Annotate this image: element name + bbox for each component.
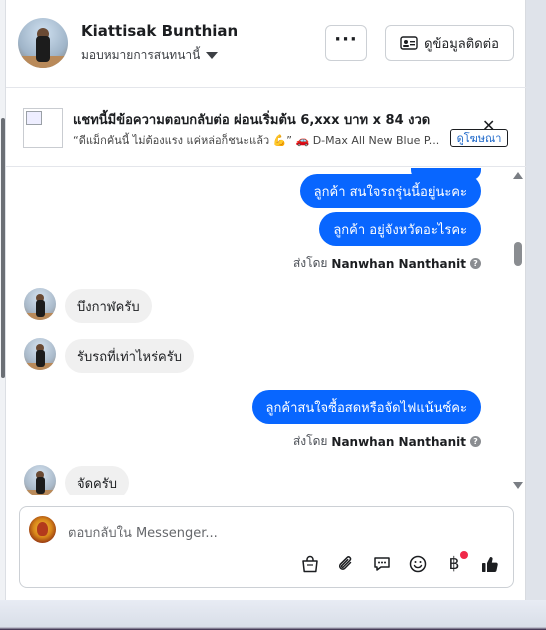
paperclip-icon [338,556,352,570]
message-bubble-outgoing[interactable]: ลูกค้าสนใจซื้อสดหรือจัดไฟแน้นซ์คะ [251,390,481,424]
contact-card-icon [400,36,418,50]
contact-avatar-small[interactable] [24,338,56,370]
contact-name[interactable]: Kiattisak Bunthian [81,22,238,40]
assign-conversation-label: มอบหมายการสนทนานี้ [81,48,201,62]
notification-dot [460,551,468,559]
caret-down-icon [206,52,219,59]
ad-banner: แชทนี้มีข้อความตอบกลับต่อ ผ่อนเริ่มต้น 6… [6,89,526,167]
contact-avatar[interactable] [18,18,68,68]
sent-by-sender: Nanwhan Nanthanit [331,434,466,449]
ad-description: “ดีแม็กคันนี้ ไม่ต้องแรง แค่หล่อก็ชนะแล้… [73,134,440,147]
view-contact-label: ดูข้อมูลติดต่อ [424,36,499,52]
contact-avatar-small[interactable] [24,465,56,495]
attach-button[interactable] [333,551,359,577]
message-bubble-incoming[interactable]: บึงกาฬครับ [65,289,152,323]
saved-replies-button[interactable] [369,551,395,577]
more-dots-icon: ··· [334,29,358,50]
sent-by-label: ส่งโดย Nanwhan Nanthanit ? [293,432,481,451]
assign-conversation[interactable]: มอบหมายการสนทนานี้ [81,46,219,65]
sent-by-prefix: ส่งโดย [292,434,328,448]
info-icon[interactable]: ? [470,436,481,447]
left-scrollbar[interactable] [1,118,5,378]
contact-avatar-small[interactable] [24,288,56,320]
sent-by-prefix: ส่งโดย [292,256,328,270]
sent-by-label: ส่งโดย Nanwhan Nanthanit ? [293,254,481,273]
more-options-button[interactable]: ··· [325,25,367,61]
message-bubble-outgoing[interactable]: ลูกค้า อยู่จังหวัดอะไรคะ [319,212,481,246]
baht-icon: ฿ [448,554,460,574]
message-bubble-outgoing[interactable]: ลูกค้า สนใจรถรุ่นนี้อยู่นะคะ [299,174,481,208]
conversation-header: Kiattisak Bunthian มอบหมายการสนทนานี้ ··… [6,0,526,88]
ad-thumbnail[interactable] [23,108,63,148]
shopping-bag-icon [302,555,318,573]
thumbs-up-icon [482,557,498,573]
like-button[interactable] [477,551,503,577]
scroll-down-icon[interactable] [513,482,523,489]
message-bubble-incoming[interactable]: รับรถที่เท่าไหร่ครับ [65,339,194,373]
composer-toolbar: ฿ [297,551,503,577]
message-composer: ตอบกลับใน Messenger... ฿ [19,506,514,588]
sent-by-sender: Nanwhan Nanthanit [331,256,466,271]
thread-scrollbar[interactable] [514,242,522,266]
conversation-panel: Kiattisak Bunthian มอบหมายการสนทนานี้ ··… [6,0,526,600]
shop-bag-button[interactable] [297,551,323,577]
reply-input[interactable]: ตอบกลับใน Messenger... [68,522,218,543]
window-background [0,600,546,630]
ad-title: แชทนี้มีข้อความตอบกลับต่อ ผ่อนเริ่มต้น 6… [73,113,431,128]
info-icon[interactable]: ? [470,258,481,269]
view-contact-button[interactable]: ดูข้อมูลติดต่อ [385,25,514,61]
message-thread[interactable]: ลูกค้า สนใจรถรุ่นนี้อยู่นะคะ ลูกค้า อยู่… [6,168,526,495]
chat-bubble-icon [374,557,390,571]
close-icon[interactable]: ✕ [482,118,495,134]
page-avatar [29,516,56,543]
emoji-button[interactable] [405,551,431,577]
payment-button[interactable]: ฿ [441,551,468,577]
message-bubble-incoming[interactable]: จัดครับ [65,466,129,495]
smiley-icon [409,555,427,573]
view-ad-button[interactable]: ดูโฆษณา [450,129,508,147]
scroll-up-icon[interactable] [513,172,523,179]
